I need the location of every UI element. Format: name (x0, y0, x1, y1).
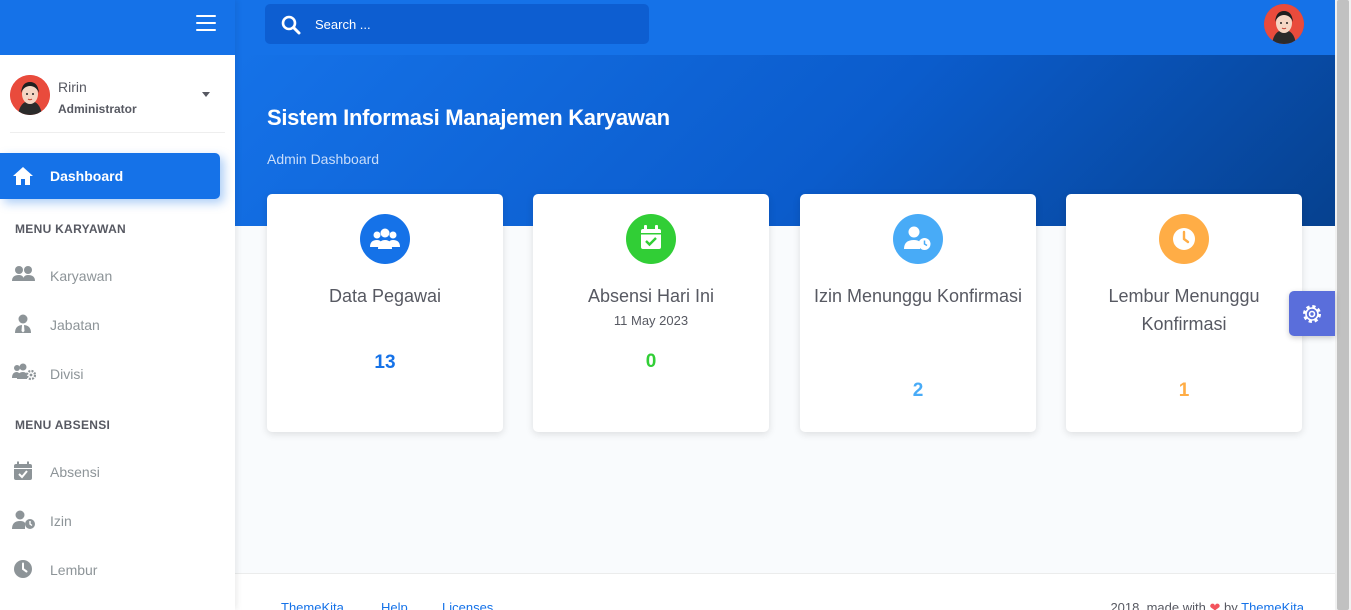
stat-card-absensi-hari-ini[interactable]: Absensi Hari Ini 11 May 2023 0 (533, 194, 769, 432)
search-input[interactable] (315, 14, 635, 34)
clock-icon (12, 559, 34, 584)
footer: ThemeKita Help Licenses 2018, made with … (235, 573, 1335, 610)
avatar[interactable] (1264, 4, 1304, 44)
footer-credit: 2018, made with ❤ by ThemeKita (1110, 600, 1304, 610)
sidebar-item-izin[interactable]: Izin (0, 500, 220, 540)
home-icon (12, 166, 34, 191)
card-value: 13 (374, 352, 396, 373)
card-title: Data Pegawai (328, 286, 442, 306)
sidebar-item-lembur[interactable]: Lembur (0, 549, 220, 589)
sidebar-item-label: Jabatan (50, 317, 100, 333)
user-block: Ririn Administrator (10, 55, 225, 133)
settings-button[interactable] (1289, 291, 1335, 336)
stat-card-lembur[interactable]: Lembur Menunggu Konfirmasi 1 (1066, 194, 1302, 432)
menu-toggle-icon[interactable] (196, 15, 216, 33)
user-role: Administrator (58, 102, 137, 116)
footer-link-licenses[interactable]: Licenses (442, 600, 493, 610)
footer-credit-link[interactable]: ThemeKita (1241, 600, 1304, 610)
sidebar: Ririn Administrator Dashboard MENU KARYA… (0, 0, 235, 610)
search-icon[interactable] (281, 15, 301, 40)
footer-link-themekita[interactable]: ThemeKita (281, 600, 344, 610)
clock-icon (1159, 214, 1209, 264)
scrollbar[interactable] (1335, 0, 1351, 610)
stat-card-izin[interactable]: Izin Menunggu Konfirmasi 2 (800, 194, 1036, 432)
chevron-down-icon[interactable] (202, 92, 210, 97)
card-value: 0 (645, 351, 657, 372)
users-cog-icon (12, 363, 37, 386)
card-title: Absensi Hari Ini (587, 286, 715, 306)
user-tie-icon (12, 314, 34, 339)
sidebar-logo-header (0, 0, 235, 55)
sidebar-item-jabatan[interactable]: Jabatan (0, 304, 220, 344)
sidebar-item-divisi[interactable]: Divisi (0, 353, 220, 393)
section-title-absensi: MENU ABSENSI (15, 418, 111, 432)
sidebar-item-label: Divisi (50, 366, 84, 382)
card-date: 11 May 2023 (613, 313, 689, 328)
search-bar[interactable] (265, 4, 649, 44)
sidebar-item-label: Lembur (50, 562, 98, 578)
card-title: Lembur Menunggu Konfirmasi (1108, 286, 1260, 334)
card-value: 1 (1178, 380, 1190, 401)
sidebar-item-dashboard[interactable]: Dashboard (0, 153, 220, 199)
user-name[interactable]: Ririn (58, 79, 87, 95)
scrollbar-thumb[interactable] (1337, 0, 1349, 610)
footer-link-help[interactable]: Help (381, 600, 408, 610)
user-clock-icon (12, 510, 36, 535)
calendar-check-icon (12, 461, 34, 486)
gear-icon (1300, 302, 1324, 331)
top-header (235, 0, 1335, 55)
card-value: 2 (912, 380, 924, 401)
sidebar-item-label: Absensi (50, 464, 100, 480)
users-icon (12, 265, 36, 288)
footer-credit-by: by (1224, 600, 1238, 610)
page-subtitle: Admin Dashboard (267, 151, 380, 167)
sidebar-item-absensi[interactable]: Absensi (0, 451, 220, 491)
avatar[interactable] (10, 75, 50, 115)
section-title-karyawan: MENU KARYAWAN (15, 222, 127, 236)
user-clock-icon (893, 214, 943, 264)
heart-icon: ❤ (1209, 600, 1221, 610)
stat-card-data-pegawai[interactable]: Data Pegawai 13 (267, 194, 503, 432)
calendar-check-icon (626, 214, 676, 264)
card-title: Izin Menunggu Konfirmasi (813, 286, 1023, 306)
sidebar-item-label: Izin (50, 513, 72, 529)
users-icon (360, 214, 410, 264)
footer-credit-prefix: 2018, made with (1110, 600, 1206, 610)
sidebar-item-label: Dashboard (50, 168, 124, 184)
sidebar-item-karyawan[interactable]: Karyawan (0, 255, 220, 295)
page-title: Sistem Informasi Manajemen Karyawan (267, 105, 670, 130)
sidebar-item-label: Karyawan (50, 268, 113, 284)
